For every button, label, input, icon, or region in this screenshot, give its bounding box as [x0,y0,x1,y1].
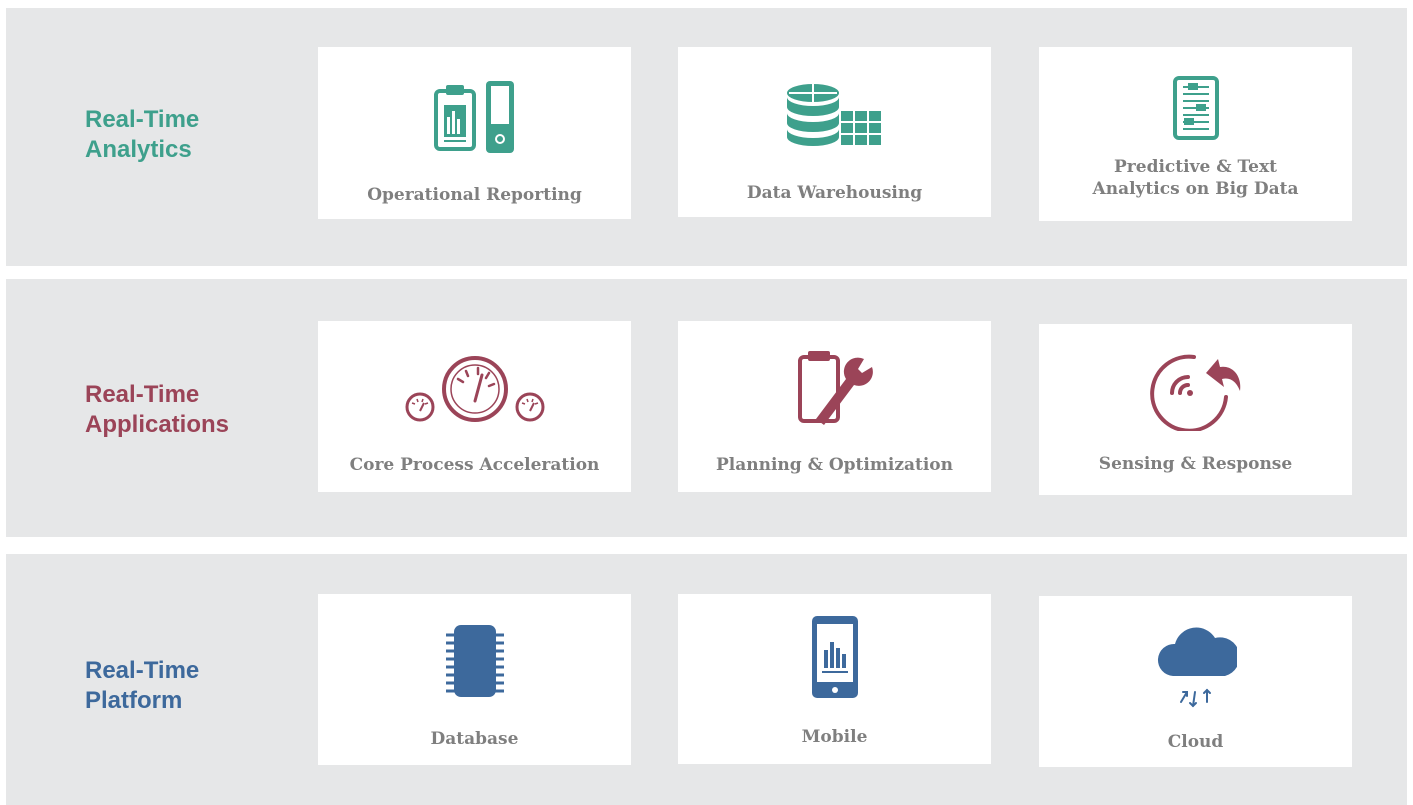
band-title-line2: Applications [85,411,230,438]
band-title-line1: Real-Time [85,657,200,684]
band-title: Real-Time Applications [85,380,229,440]
card-database[interactable]: Database [318,594,631,765]
mobile-chart-icon [678,612,991,702]
band-title-line2: Platform [85,687,183,714]
card-planning-optimization[interactable]: Planning & Optimization [678,321,991,492]
card-mobile[interactable]: Mobile [678,594,991,764]
card-label: Data Warehousing [746,183,923,203]
document-sliders-icon [1039,63,1352,153]
band-title: Real-Time Platform [85,656,199,716]
card-label: Sensing & Response [1098,454,1293,474]
card-label: Operational Reporting [367,185,582,205]
chip-icon [318,616,631,706]
card-core-process-acceleration[interactable]: Core Process Acceleration [318,321,631,492]
card-sensing-response[interactable]: Sensing & Response [1039,324,1352,495]
cloud-sync-icon [1039,616,1352,716]
card-predictive-text-analytics[interactable]: Predictive & Text Analytics on Big Data [1039,47,1352,221]
band-real-time-analytics: Real-Time Analytics Operational Reportin… [6,8,1407,266]
database-grid-icon [678,65,991,165]
card-label: Mobile [801,727,868,747]
reporting-icon [318,69,631,169]
band-title: Real-Time Analytics [85,105,199,165]
sensor-arrow-icon [1039,346,1352,436]
card-label: Cloud [1167,732,1224,752]
card-operational-reporting[interactable]: Operational Reporting [318,47,631,219]
card-label: Planning & Optimization [716,455,953,475]
band-real-time-platform: Real-Time Platform Database Mobile Cloud [6,554,1407,805]
band-title-line1: Real-Time [85,381,200,408]
band-real-time-applications: Real-Time Applications Core Process Acce… [6,279,1407,537]
card-label-line2: Analytics on Big Data [1092,179,1299,199]
band-title-line1: Real-Time [85,106,200,133]
card-label-line1: Predictive & Text [1114,157,1277,177]
card-cloud[interactable]: Cloud [1039,596,1352,767]
card-label: Database [430,729,519,749]
band-title-line2: Analytics [85,136,192,163]
card-label: Core Process Acceleration [349,455,600,475]
card-label: Predictive & Text Analytics on Big Data [1039,156,1352,200]
clipboard-wrench-icon [678,341,991,441]
gauges-icon [318,341,631,441]
card-data-warehousing[interactable]: Data Warehousing [678,47,991,217]
